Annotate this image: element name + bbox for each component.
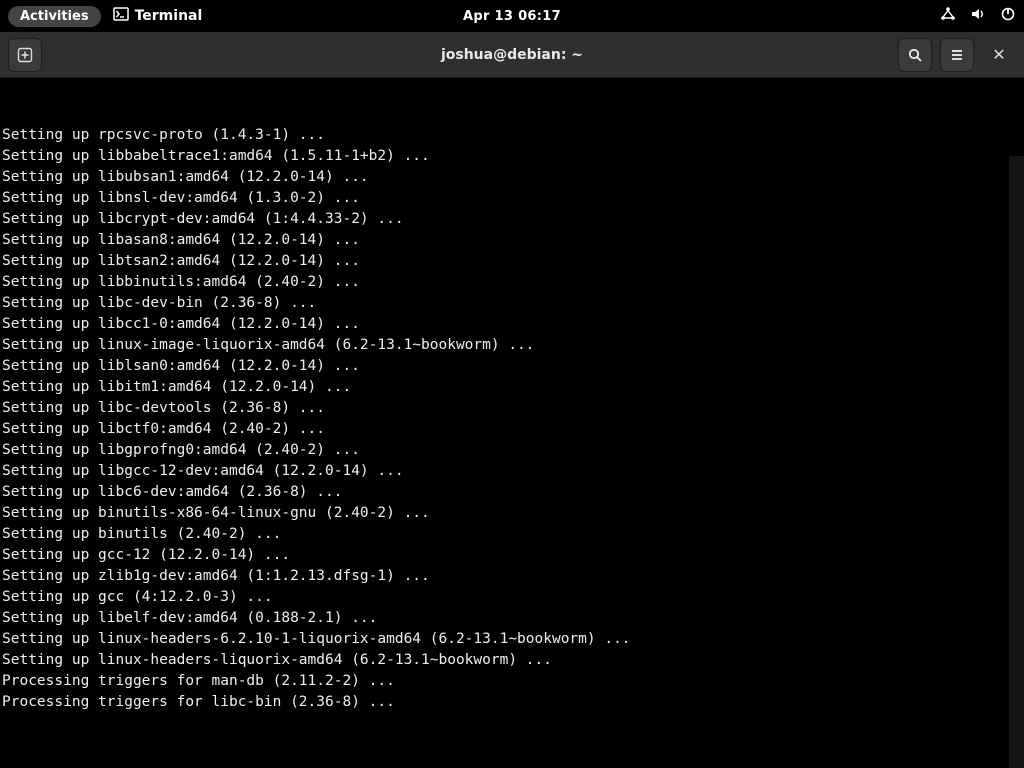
terminal-line: Setting up binutils-x86-64-linux-gnu (2.… <box>2 503 1022 524</box>
window-titlebar: joshua@debian: ~ ✕ <box>0 32 1024 78</box>
clock[interactable]: Apr 13 06:17 <box>463 9 561 24</box>
terminal-line: Setting up libctf0:amd64 (2.40-2) ... <box>2 419 1022 440</box>
terminal-line: Processing triggers for libc-bin (2.36-8… <box>2 692 1022 713</box>
terminal-line: Setting up libnsl-dev:amd64 (1.3.0-2) ..… <box>2 188 1022 209</box>
close-icon: ✕ <box>992 45 1005 64</box>
window-title: joshua@debian: ~ <box>441 47 583 63</box>
menu-button[interactable] <box>940 38 974 72</box>
terminal-line: Setting up libasan8:amd64 (12.2.0-14) ..… <box>2 230 1022 251</box>
terminal-line: Setting up linux-headers-6.2.10-1-liquor… <box>2 629 1022 650</box>
scrollbar[interactable] <box>1009 156 1024 768</box>
terminal-line: Setting up libc6-dev:amd64 (2.36-8) ... <box>2 482 1022 503</box>
power-icon <box>1000 6 1016 26</box>
terminal-line: Setting up libc-devtools (2.36-8) ... <box>2 398 1022 419</box>
terminal-line: Setting up libbabeltrace1:amd64 (1.5.11-… <box>2 146 1022 167</box>
close-button[interactable]: ✕ <box>982 38 1016 72</box>
terminal-line: Setting up libcrypt-dev:amd64 (1:4.4.33-… <box>2 209 1022 230</box>
terminal-line: Setting up libtsan2:amd64 (12.2.0-14) ..… <box>2 251 1022 272</box>
terminal-line: Setting up libitm1:amd64 (12.2.0-14) ... <box>2 377 1022 398</box>
terminal-line: Setting up binutils (2.40-2) ... <box>2 524 1022 545</box>
network-icon <box>940 6 956 26</box>
terminal-line: Setting up rpcsvc-proto (1.4.3-1) ... <box>2 125 1022 146</box>
terminal-line: Setting up libgprofng0:amd64 (2.40-2) ..… <box>2 440 1022 461</box>
activities-button[interactable]: Activities <box>8 6 101 27</box>
terminal-line: Setting up libcc1-0:amd64 (12.2.0-14) ..… <box>2 314 1022 335</box>
app-indicator[interactable]: Terminal <box>113 6 203 26</box>
search-button[interactable] <box>898 38 932 72</box>
terminal-line: Processing triggers for man-db (2.11.2-2… <box>2 671 1022 692</box>
new-tab-button[interactable] <box>8 38 42 72</box>
terminal-line: Setting up libubsan1:amd64 (12.2.0-14) .… <box>2 167 1022 188</box>
terminal-line: Setting up liblsan0:amd64 (12.2.0-14) ..… <box>2 356 1022 377</box>
terminal-line: Setting up linux-image-liquorix-amd64 (6… <box>2 335 1022 356</box>
terminal-line: Setting up gcc-12 (12.2.0-14) ... <box>2 545 1022 566</box>
system-status-area[interactable] <box>940 6 1016 26</box>
terminal-line: Setting up gcc (4:12.2.0-3) ... <box>2 587 1022 608</box>
terminal-line: Setting up libgcc-12-dev:amd64 (12.2.0-1… <box>2 461 1022 482</box>
terminal-line: Setting up libc-dev-bin (2.36-8) ... <box>2 293 1022 314</box>
terminal-line: Setting up libbinutils:amd64 (2.40-2) ..… <box>2 272 1022 293</box>
gnome-topbar: Activities Terminal Apr 13 06:17 <box>0 0 1024 32</box>
terminal-output[interactable]: Setting up rpcsvc-proto (1.4.3-1) ...Set… <box>0 78 1024 768</box>
volume-icon <box>970 6 986 26</box>
terminal-line: Setting up libelf-dev:amd64 (0.188-2.1) … <box>2 608 1022 629</box>
terminal-icon <box>113 6 129 26</box>
terminal-line: Setting up linux-headers-liquorix-amd64 … <box>2 650 1022 671</box>
terminal-line: Setting up zlib1g-dev:amd64 (1:1.2.13.df… <box>2 566 1022 587</box>
app-name: Terminal <box>135 8 203 24</box>
